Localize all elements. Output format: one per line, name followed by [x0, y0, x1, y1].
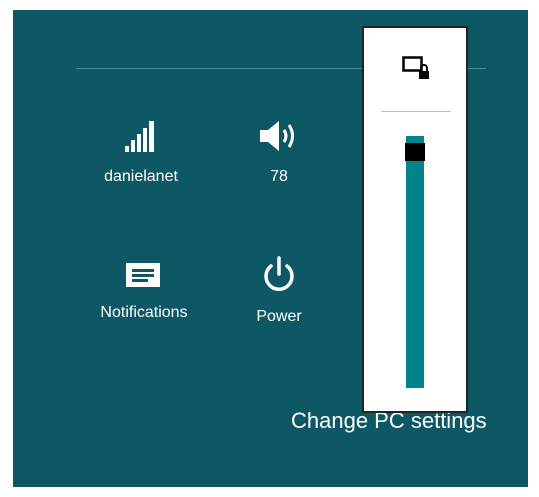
power-tile[interactable]: Power — [239, 254, 319, 326]
flyout-divider — [381, 111, 451, 112]
network-signal-icon — [91, 118, 191, 154]
power-icon — [239, 254, 319, 294]
notifications-icon — [83, 260, 205, 290]
speaker-volume-icon — [239, 118, 319, 154]
power-label: Power — [256, 308, 302, 325]
network-label: danielanet — [104, 168, 178, 185]
network-tile[interactable]: danielanet — [91, 118, 191, 186]
rotation-lock-icon[interactable] — [402, 56, 432, 87]
notifications-tile[interactable]: Notifications — [83, 260, 205, 322]
brightness-flyout — [362, 26, 468, 413]
volume-label: 78 — [270, 168, 288, 185]
brightness-slider-track[interactable] — [406, 136, 424, 388]
brightness-slider-thumb[interactable] — [405, 143, 425, 161]
volume-tile[interactable]: 78 — [239, 118, 319, 186]
notifications-label: Notifications — [100, 304, 188, 321]
